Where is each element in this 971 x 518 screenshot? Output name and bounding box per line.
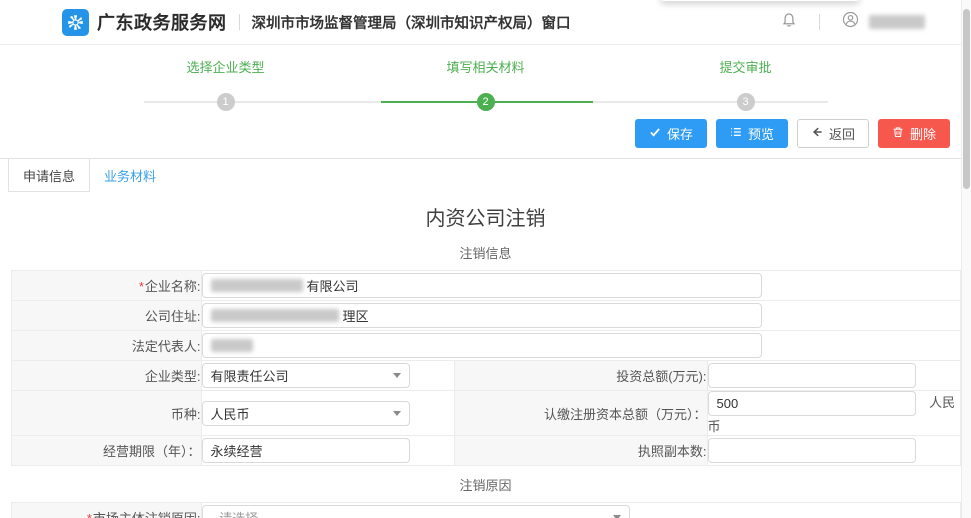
legal-representative-input[interactable] (202, 333, 762, 358)
preview-button[interactable]: 预览 (716, 119, 788, 148)
page: 广东政务服务网 深圳市市场监督管理局（深圳市知识产权局）窗口 (0, 0, 971, 518)
field-label: 企业类型: (11, 361, 201, 391)
step-number-badge: 3 (737, 93, 755, 111)
license-copies-input[interactable] (708, 438, 916, 463)
step-label: 选择企业类型 (136, 57, 316, 76)
header-divider-2 (819, 14, 820, 30)
window-title: 深圳市市场监督管理局（深圳市知识产权局）窗口 (252, 12, 571, 33)
section-title-cancellation-info: 注销信息 (0, 243, 971, 262)
field-label: 认缴注册资本总额（万元）： (454, 391, 707, 436)
required-asterisk: * (139, 279, 144, 294)
registered-capital-input[interactable]: 500 (708, 391, 916, 416)
delete-button-label: 删除 (910, 124, 936, 143)
tab-application-info[interactable]: 申请信息 (8, 159, 90, 192)
table-row: 币种: 人民币 认缴注册资本总额（万元）： 500 人民币 (11, 391, 960, 436)
total-investment-input[interactable] (708, 363, 916, 388)
table-row: 法定代表人: (11, 331, 960, 361)
step-number-badge: 1 (217, 93, 235, 111)
field-label: 公司住址: (11, 301, 201, 331)
trash-icon (892, 126, 904, 141)
bell-icon[interactable] (781, 12, 797, 33)
field-label: 法定代表人: (11, 331, 201, 361)
required-asterisk: * (87, 511, 92, 518)
back-arrow-icon (811, 126, 823, 141)
preview-button-label: 预览 (748, 124, 774, 143)
cancellation-reason-table: *市场主体注销原因: --请选择-- *债权债务及其他清理情况: ✓ 对外投资清… (11, 502, 961, 518)
select-caret-icon (393, 411, 401, 416)
table-row: 经营期限（年）： 永续经营 执照副本数: (11, 436, 960, 466)
header: 广东政务服务网 深圳市市场监督管理局（深圳市知识产权局）窗口 (0, 0, 971, 45)
check-icon (649, 126, 661, 141)
table-row: *市场主体注销原因: --请选择-- (11, 503, 960, 518)
scrollbar-track (961, 0, 971, 518)
field-label: *市场主体注销原因: (11, 503, 201, 518)
select-caret-icon (393, 373, 401, 378)
field-label: 币种: (11, 391, 201, 436)
top-shadow (660, 0, 860, 1)
business-term-input[interactable]: 永续经营 (202, 438, 410, 463)
cancel-reason-select[interactable]: --请选择-- (202, 505, 630, 518)
list-icon (730, 126, 742, 141)
field-label: 执照副本数: (454, 436, 707, 466)
tab-business-materials[interactable]: 业务材料 (90, 159, 170, 192)
field-label: 投资总额(万元): (454, 361, 707, 391)
back-button[interactable]: 返回 (797, 119, 869, 148)
tab-bar: 申请信息 业务材料 (0, 158, 971, 192)
redacted-username[interactable] (869, 15, 925, 29)
step-label: 填写相关材料 (396, 57, 576, 76)
redacted-value (211, 339, 253, 352)
step-number-badge: 2 (477, 93, 495, 111)
scrollbar-thumb[interactable] (963, 9, 970, 189)
brand-title: 广东政务服务网 (97, 9, 227, 35)
step-select-company-type: 选择企业类型 1 (136, 57, 316, 110)
back-button-label: 返回 (829, 124, 855, 143)
field-label: *企业名称: (11, 271, 201, 301)
table-row: *企业名称: 有限公司 (11, 271, 960, 301)
company-address-input[interactable]: 理区 (202, 303, 762, 328)
cancellation-info-table: *企业名称: 有限公司 公司住址: 理区 法定代表人: 企业类型: 有限责任公司… (11, 270, 961, 466)
field-label: 经营期限（年）： (11, 436, 201, 466)
header-divider (239, 14, 240, 30)
gdzwfw-logo-icon (62, 9, 89, 36)
company-type-select[interactable]: 有限责任公司 (202, 363, 410, 388)
toolbar: 保存 预览 返回 (0, 115, 971, 158)
company-name-input[interactable]: 有限公司 (202, 273, 762, 298)
user-avatar-icon[interactable] (842, 11, 859, 33)
delete-button[interactable]: 删除 (878, 119, 950, 148)
stepper: 选择企业类型 1 填写相关材料 2 提交审批 3 (136, 57, 836, 115)
section-title-cancellation-reason: 注销原因 (0, 475, 971, 494)
save-button[interactable]: 保存 (635, 119, 707, 148)
table-row: 公司住址: 理区 (11, 301, 960, 331)
redacted-value (211, 279, 303, 292)
step-label: 提交审批 (656, 57, 836, 76)
currency-select[interactable]: 人民币 (202, 401, 410, 426)
redacted-value (211, 309, 339, 322)
page-title: 内资公司注销 (0, 202, 971, 231)
save-button-label: 保存 (667, 124, 693, 143)
step-fill-materials: 填写相关材料 2 (396, 57, 576, 110)
table-row: 企业类型: 有限责任公司 投资总额(万元): (11, 361, 960, 391)
step-submit-approval: 提交审批 3 (656, 57, 836, 110)
